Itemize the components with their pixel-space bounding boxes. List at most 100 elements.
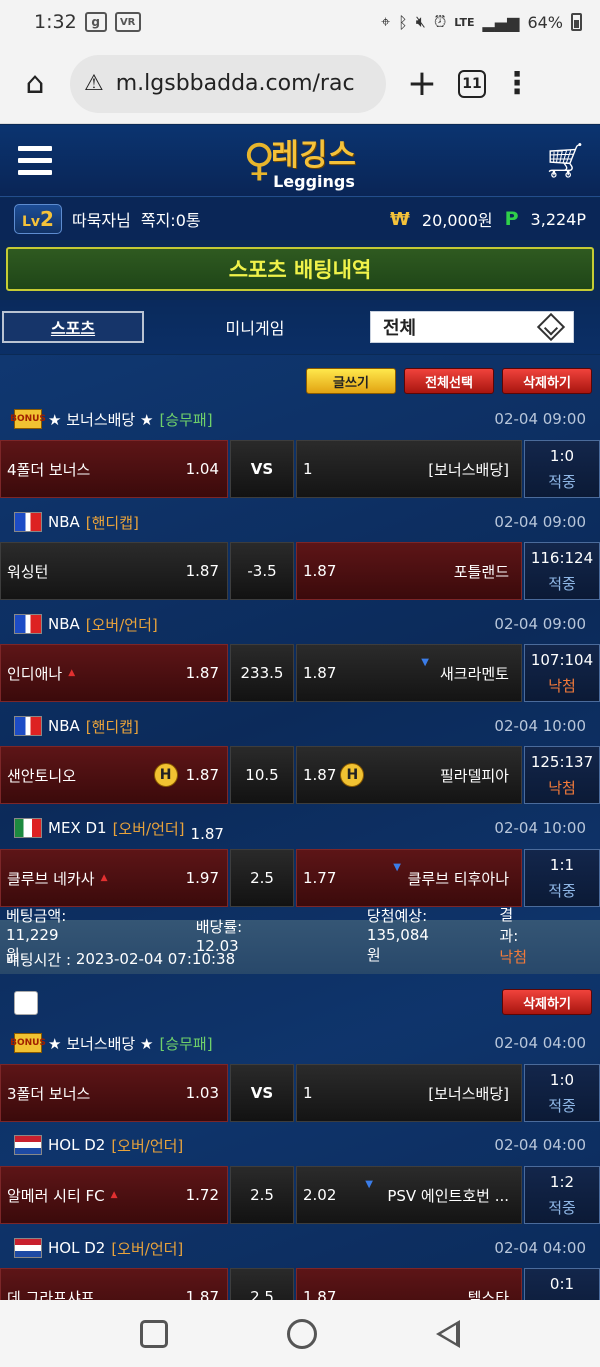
home-selection: 데 그라프샤프 1.87	[0, 1268, 228, 1300]
result-cell: 116:124 적중	[524, 542, 600, 600]
league-name: ★ 보너스배당 ★	[48, 1034, 154, 1053]
new-tab-icon[interactable]: +	[386, 63, 458, 104]
over-arrow-icon: ▲	[100, 873, 108, 883]
slip-result: 결과: 낙첨	[499, 905, 528, 966]
dropdown-icon	[536, 312, 566, 342]
tab-row: 스포츠 미니게임 전체	[0, 300, 600, 354]
under-arrow-icon: ▼	[421, 657, 429, 668]
home-team: 4폴더 보너스	[7, 460, 91, 479]
nba-flag-icon	[14, 512, 42, 532]
home-selection: 인디애나 ▲ 1.87	[0, 644, 228, 702]
away-team: [보너스배당]	[428, 1084, 509, 1103]
league-header: HOL D2 [오버/언더] 02-04 04:00	[0, 1233, 600, 1263]
match-time: 02-04 04:00	[494, 1034, 586, 1052]
hamburger-menu-icon[interactable]	[0, 146, 70, 175]
result-cell: 107:104 낙첨	[524, 644, 600, 702]
score: 0:1	[549, 1274, 575, 1293]
tab-switcher-button[interactable]: 11	[458, 69, 486, 98]
nba-flag-icon	[14, 614, 42, 634]
system-nav-bar	[0, 1300, 600, 1367]
home-odd: 1.04	[185, 460, 219, 478]
total-line-cell: 2.5	[230, 849, 294, 907]
handicap-h-icon: H	[153, 763, 178, 787]
match-time: 02-04 10:00	[494, 819, 586, 837]
delete-button[interactable]: 삭제하기	[502, 368, 592, 394]
not-secure-icon[interactable]: ⚠	[84, 71, 104, 96]
address-bar[interactable]: ⚠ m.lgsbbadda.com/rac	[70, 54, 386, 113]
clock: 1:32	[34, 11, 77, 33]
memo-link[interactable]: 쪽지:0통	[141, 207, 201, 231]
score: 116:124	[530, 548, 594, 567]
action-buttons: 글쓰기 전체선택 삭제하기	[0, 363, 600, 399]
market-type: [핸디캡]	[85, 717, 139, 736]
home-team: 인디애나	[7, 664, 63, 683]
tab-minigame[interactable]: 미니게임	[144, 315, 366, 339]
select-all-button[interactable]: 전체선택	[404, 368, 494, 394]
more-menu-icon[interactable]: ⋮	[486, 66, 548, 101]
filter-select[interactable]: 전체	[370, 311, 574, 343]
score: 1:0	[549, 1070, 575, 1089]
site-logo[interactable]: ♀ 레깅스 Leggings	[70, 129, 530, 193]
home-odd: 1.87	[185, 562, 219, 580]
recent-apps-icon[interactable]	[139, 1319, 168, 1348]
result-status: 적중	[548, 1198, 576, 1217]
extra-odd: 1.87	[190, 825, 224, 843]
market-type: [핸디캡]	[85, 513, 139, 532]
result-status: 낙첨	[548, 778, 576, 797]
away-team: 포틀랜드	[453, 562, 509, 581]
handicap-cell: -3.5	[230, 542, 294, 600]
league-name: NBA	[48, 717, 80, 735]
home-button-icon[interactable]	[286, 1318, 317, 1349]
away-team: 클루브 티후아나	[407, 869, 509, 888]
away-selection: 1.87 H 필라델피아	[296, 746, 522, 804]
bet-row: 4폴더 보너스 1.04 VS 1 [보너스배당] 1:0 적중	[0, 440, 600, 498]
away-selection: 1.87 ▼ 새크라멘토	[296, 644, 522, 702]
match-time: 02-04 09:00	[494, 615, 586, 633]
score: 1:2	[549, 1172, 575, 1191]
league-name: HOL D2	[48, 1136, 106, 1154]
league-header: MEX D1 [오버/언더] 1.87 02-04 10:00	[0, 813, 600, 843]
over-arrow-icon: ▲	[68, 668, 76, 678]
result-cell: 0:1 적중	[524, 1268, 600, 1300]
location-icon: ⌖	[381, 12, 391, 31]
delete-slip-button[interactable]: 삭제하기	[502, 989, 592, 1015]
under-arrow-icon: ▼	[365, 1179, 373, 1190]
home-team: 샌안토니오	[7, 766, 77, 785]
result-cell: 1:1 적중	[524, 849, 600, 907]
away-selection: 2.02 ▼ PSV 에인트호번 ...	[296, 1166, 522, 1224]
over-arrow-icon: ▲	[110, 1190, 118, 1200]
back-icon[interactable]	[436, 1319, 461, 1348]
league-header: BONUS ★ 보너스배당 ★ [승무패] 02-04 04:00	[0, 1028, 600, 1058]
away-team: [보너스배당]	[428, 460, 509, 479]
g-app-icon: g	[84, 12, 107, 32]
slip-summary: 베팅금액: 11,229원 배당률: 12.03 당첨예상: 135,084원 …	[0, 906, 600, 974]
home-team: 3폴더 보너스	[7, 1084, 91, 1103]
home-selection: 샌안토니오 H 1.87	[0, 746, 228, 804]
draw-cell: VS	[230, 1064, 294, 1122]
home-team: 데 그라프샤프	[7, 1288, 95, 1301]
score: 125:137	[530, 752, 594, 771]
cart-icon[interactable]: 🛒︎	[530, 141, 600, 181]
total-line-cell: 233.5	[230, 644, 294, 702]
bonus-icon: BONUS	[10, 409, 46, 429]
total-line-cell: 2.5	[230, 1268, 294, 1300]
home-odd: 1.97	[185, 869, 219, 887]
away-team: 텔스타	[467, 1288, 509, 1301]
battery-icon	[571, 13, 582, 31]
vr-app-icon: VR	[114, 12, 141, 32]
tab-sports[interactable]: 스포츠	[2, 311, 144, 343]
write-button[interactable]: 글쓰기	[306, 368, 396, 394]
match-time: 02-04 09:00	[494, 410, 586, 428]
bet-row: 인디애나 ▲ 1.87 233.5 1.87 ▼ 새크라멘토 107:104 낙…	[0, 644, 600, 702]
score: 1:1	[549, 855, 575, 874]
home-icon[interactable]: ⌂	[0, 66, 70, 101]
league-name: HOL D2	[48, 1239, 106, 1257]
screen: 1:32 g VR ⌖ ᛒ 🔇︎ ⏰︎ LTE ▂▄▆ 64% ⌂ ⚠ m.lg…	[0, 0, 600, 1367]
draw-cell: VS	[230, 440, 294, 498]
result-cell: 125:137 낙첨	[524, 746, 600, 804]
slip2-actions: 삭제하기	[0, 984, 600, 1020]
home-odd: 1.72	[185, 1186, 219, 1204]
home-selection: 클루브 네카사 ▲ 1.97	[0, 849, 228, 907]
home-selection: 4폴더 보너스 1.04	[0, 440, 228, 498]
match-time: 02-04 04:00	[494, 1239, 586, 1257]
